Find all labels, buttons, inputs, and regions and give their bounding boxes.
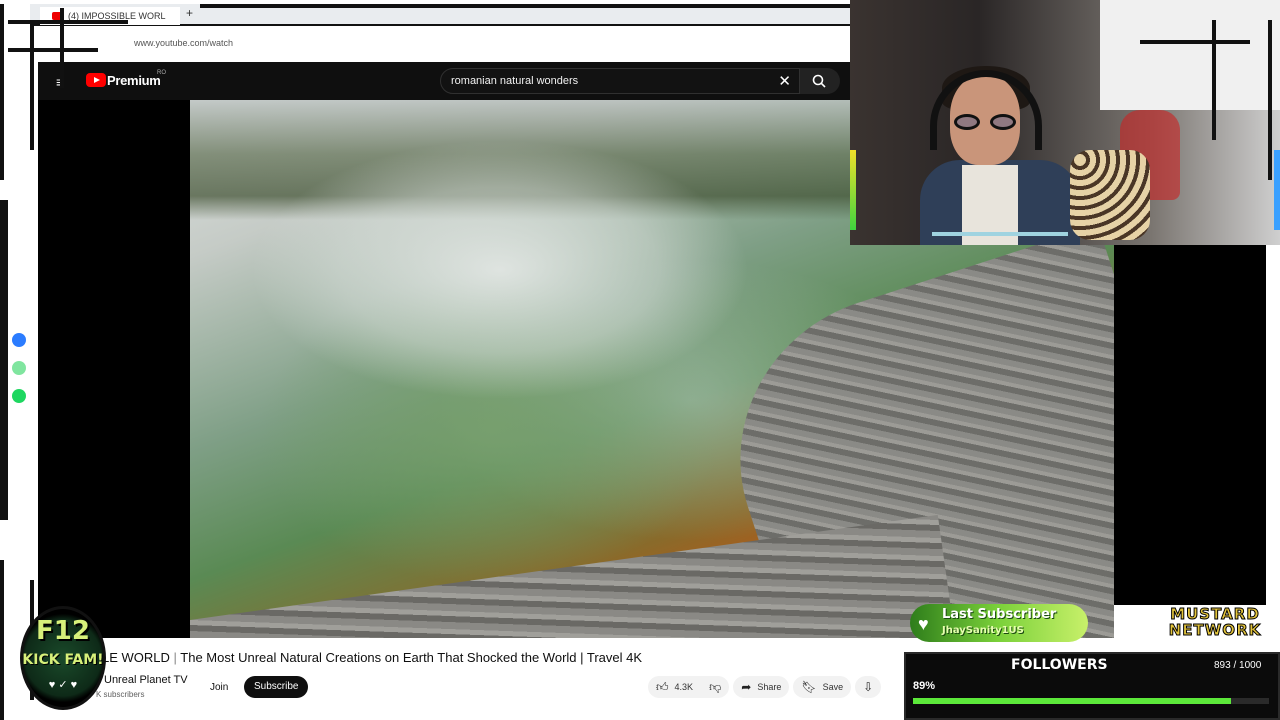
messenger-icon[interactable] bbox=[12, 333, 26, 347]
whatsapp-icon[interactable] bbox=[12, 361, 26, 375]
thanks-button[interactable]: ⇩ bbox=[855, 676, 882, 698]
heart-icon: ♥ bbox=[918, 614, 929, 634]
leopard-pillow bbox=[1070, 150, 1150, 240]
video-title: LE WORLD | The Most Unreal Natural Creat… bbox=[102, 650, 643, 665]
youtube-premium-label[interactable]: Premium bbox=[107, 73, 161, 88]
frame-line-left-cross bbox=[8, 48, 98, 52]
webcam-edge-blue bbox=[1274, 150, 1280, 230]
address-bar[interactable]: www.youtube.com/watch bbox=[30, 30, 850, 58]
webcam-window-light bbox=[1100, 0, 1280, 110]
youtube-header: ≡ Premium RO romanian natural wonders ✕ bbox=[38, 62, 850, 100]
save-label: Save bbox=[822, 682, 844, 692]
video-title-text: The Most Unreal Natural Creations on Ear… bbox=[180, 650, 643, 665]
spotify-icon[interactable] bbox=[12, 389, 26, 403]
followers-percent: 89% bbox=[913, 680, 936, 692]
last-subscriber-name: JhaySanity1US bbox=[942, 625, 1024, 636]
video-title-prefix: LE WORLD bbox=[102, 650, 170, 665]
badge-hearts-icon: ♥ ✓ ♥ bbox=[48, 679, 78, 691]
like-button[interactable]: 👍︎ 4.3K 👎︎ bbox=[648, 676, 730, 698]
frame-line-left-inner bbox=[30, 20, 34, 150]
bookmark-icon: 🔖︎ bbox=[801, 680, 817, 694]
clear-search-icon[interactable]: ✕ bbox=[778, 72, 791, 90]
network-logo-line2: NETWORK bbox=[1168, 621, 1262, 639]
url-text: www.youtube.com/watch bbox=[134, 38, 234, 48]
last-subscriber-title: Last Subscriber bbox=[942, 607, 1057, 622]
right-white-edge bbox=[1266, 245, 1280, 720]
share-icon: ➦ bbox=[741, 680, 752, 694]
thumbs-up-icon: 👍︎ bbox=[656, 680, 669, 694]
frame-line-left bbox=[0, 4, 4, 180]
followers-progress-fill bbox=[913, 698, 1231, 704]
webcam-bottom-bar bbox=[932, 232, 1068, 236]
frame-line-right-inner bbox=[1212, 20, 1216, 140]
region-code: RO bbox=[157, 70, 166, 76]
mustard-network-logo: MUSTARD NETWORK bbox=[1156, 605, 1274, 639]
new-tab-button[interactable]: + bbox=[186, 6, 193, 20]
thumbs-down-icon[interactable]: 👎︎ bbox=[709, 676, 721, 698]
share-label: Share bbox=[757, 682, 782, 692]
share-button[interactable]: ➦ Share bbox=[733, 676, 790, 698]
left-divider bbox=[0, 200, 8, 520]
frame-line-top-left bbox=[8, 20, 128, 24]
like-count: 4.3K bbox=[674, 682, 694, 692]
join-button[interactable]: Join bbox=[202, 677, 236, 699]
stream-screen: (4) IMPOSSIBLE WORL + www.youtube.com/wa… bbox=[0, 0, 1280, 720]
webcam-edge-green bbox=[850, 150, 856, 230]
save-button[interactable]: 🔖︎ Save bbox=[793, 676, 852, 698]
frame-line-bottom-left bbox=[0, 560, 4, 720]
channel-name[interactable]: Unreal Planet TV bbox=[104, 674, 188, 686]
followers-count: 893 / 1000 bbox=[1214, 660, 1262, 671]
rock-foreground bbox=[190, 514, 955, 638]
frame-line-top bbox=[200, 4, 850, 8]
followers-label: FOLLOWERS bbox=[1011, 657, 1108, 673]
steam-cloud bbox=[250, 140, 750, 400]
frame-line-right bbox=[1268, 20, 1272, 180]
right-black-column bbox=[1114, 245, 1266, 605]
followers-progress-bar bbox=[913, 698, 1269, 704]
download-icon: ⇩ bbox=[863, 680, 874, 694]
video-actions: 👍︎ 4.3K 👎︎ ➦ Share 🔖︎ Save ⇩ bbox=[648, 676, 882, 698]
badge-subtitle: KICK FAM! bbox=[22, 652, 104, 668]
network-logo-line1: MUSTARD bbox=[1170, 605, 1260, 623]
search-input[interactable]: romanian natural wonders ✕ bbox=[440, 68, 800, 94]
badge-title: F12 bbox=[36, 616, 90, 646]
search-query: romanian natural wonders bbox=[451, 75, 579, 87]
youtube-logo-icon[interactable] bbox=[86, 73, 106, 87]
subscriber-count: K subscribers bbox=[96, 690, 145, 699]
search-button[interactable] bbox=[800, 68, 840, 94]
subscribe-button[interactable]: Subscribe bbox=[244, 676, 309, 698]
frame-line-top-right bbox=[1140, 40, 1250, 44]
search-icon bbox=[812, 74, 826, 88]
